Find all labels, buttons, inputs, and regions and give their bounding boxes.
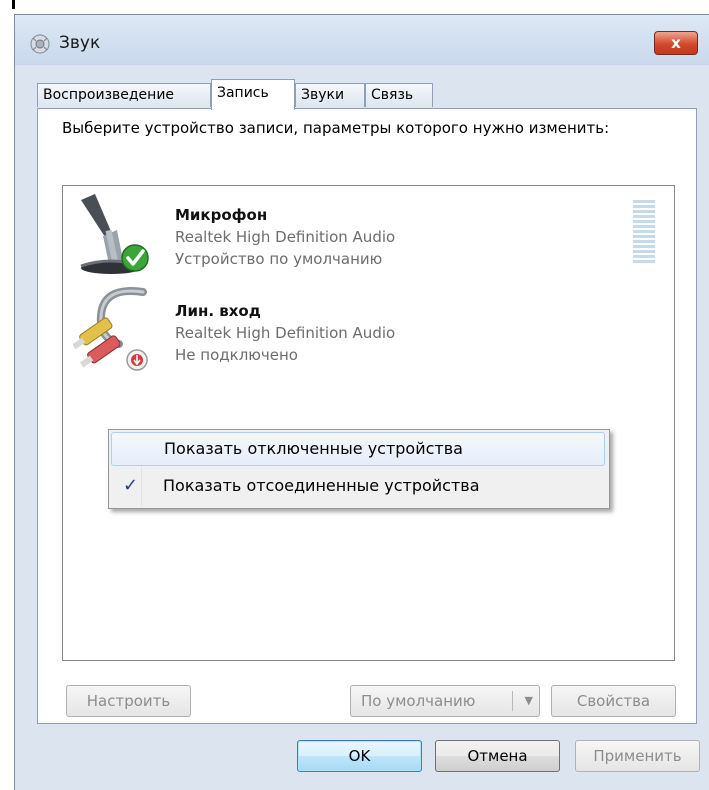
close-button[interactable]: x bbox=[654, 31, 698, 55]
default-check-badge bbox=[121, 244, 149, 272]
device-list[interactable]: Микрофон Realtek High Definition Audio У… bbox=[62, 185, 675, 661]
menu-item-label: Показать отсоединенные устройства bbox=[163, 476, 480, 495]
device-name: Микрофон bbox=[175, 206, 268, 224]
context-menu: Показать отключенные устройства ✓ Показа… bbox=[108, 429, 610, 509]
microphone-icon bbox=[80, 194, 149, 274]
speaker-icon bbox=[30, 34, 50, 54]
properties-button[interactable]: Свойства bbox=[551, 685, 676, 717]
recording-panel: Выберите устройство записи, параметры ко… bbox=[37, 108, 697, 724]
menu-item-label: Показать отключенные устройства bbox=[164, 439, 463, 458]
line-in-cable-icon bbox=[73, 287, 148, 371]
device-driver: Realtek High Definition Audio bbox=[175, 228, 396, 246]
menu-item-show-disconnected[interactable]: ✓ Показать отсоединенные устройства bbox=[111, 470, 605, 504]
configure-button[interactable]: Настроить bbox=[66, 685, 191, 717]
list-item[interactable]: Лин. вход Realtek High Definition Audio … bbox=[63, 282, 674, 372]
dropdown-arrow-icon[interactable]: ▼ bbox=[525, 686, 533, 716]
unplugged-badge bbox=[126, 349, 148, 371]
cancel-button[interactable]: Отмена bbox=[435, 740, 560, 772]
set-default-label: По умолчанию bbox=[361, 692, 476, 710]
ok-button[interactable]: OK bbox=[297, 740, 422, 772]
split-divider bbox=[512, 691, 513, 711]
list-item[interactable]: Микрофон Realtek High Definition Audio У… bbox=[63, 186, 674, 276]
set-default-split-button[interactable]: По умолчанию ▼ bbox=[350, 685, 540, 717]
checkmark-icon: ✓ bbox=[123, 475, 139, 496]
device-driver: Realtek High Definition Audio bbox=[175, 324, 396, 342]
device-status: Не подключено bbox=[175, 346, 298, 364]
sound-dialog: Звук x Воспроизведение Запись Звуки Связ… bbox=[14, 14, 709, 790]
title-bar[interactable]: Звук x bbox=[15, 15, 709, 65]
tab-recording[interactable]: Запись bbox=[211, 79, 295, 110]
device-name: Лин. вход bbox=[175, 302, 261, 320]
device-status: Устройство по умолчанию bbox=[175, 250, 383, 268]
menu-item-show-disabled[interactable]: Показать отключенные устройства bbox=[111, 432, 605, 466]
tab-sounds[interactable]: Звуки bbox=[295, 83, 365, 107]
level-meter bbox=[633, 200, 655, 266]
close-icon: x bbox=[671, 34, 681, 52]
tab-playback[interactable]: Воспроизведение bbox=[37, 83, 211, 107]
window-title: Звук bbox=[59, 33, 101, 53]
window-corner-mark bbox=[12, 0, 15, 9]
tab-communications[interactable]: Связь bbox=[365, 83, 433, 107]
apply-button[interactable]: Применить bbox=[575, 740, 700, 772]
instruction-text: Выберите устройство записи, параметры ко… bbox=[62, 119, 610, 137]
